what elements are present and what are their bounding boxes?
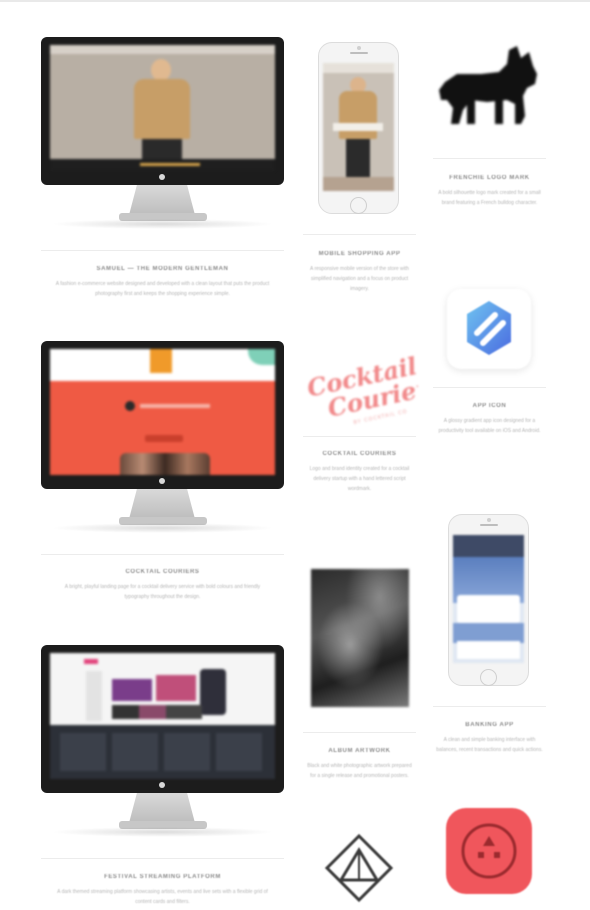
- dog-silhouette-icon[interactable]: [437, 44, 541, 130]
- home-button: [480, 669, 497, 686]
- red-app-icon[interactable]: [446, 808, 532, 894]
- project-description: A fashion e-commerce website designed an…: [55, 281, 270, 297]
- phone-speaker: [350, 52, 368, 54]
- monitor-stand: [129, 185, 195, 215]
- project-description: A dark themed streaming platform showcas…: [57, 889, 268, 905]
- divider: [41, 554, 284, 555]
- divider: [303, 732, 416, 733]
- project-caption: Festival Streaming Platform A dark theme…: [52, 874, 273, 907]
- project-caption: Cocktail Couriers A bright, playful land…: [52, 569, 273, 602]
- project-title: Mobile Shopping App: [318, 251, 401, 257]
- album-artwork-image[interactable]: [311, 569, 409, 707]
- project-description: A clean and simple banking interface wit…: [436, 737, 543, 753]
- divider: [303, 436, 416, 437]
- project-description: A bold silhouette logo mark created for …: [438, 190, 541, 206]
- apple-logo-icon: [159, 478, 165, 484]
- red-app-glyph-icon: [461, 823, 517, 879]
- project-title: Album Artwork: [328, 748, 391, 754]
- project-caption: App Icon A glossy gradient app icon desi…: [436, 403, 543, 436]
- project-title: App Icon: [472, 403, 507, 409]
- home-button: [350, 197, 367, 214]
- website-screenshot-cocktail: [50, 349, 275, 475]
- triangle-logo-icon[interactable]: [323, 832, 395, 904]
- divider: [303, 234, 416, 235]
- mobile-screenshot-fashion: [323, 63, 394, 191]
- monitor-stand: [129, 489, 195, 519]
- project-title: Banking App: [465, 722, 514, 728]
- project-caption: Samuel — The Modern Gentleman A fashion …: [52, 266, 273, 299]
- project-title: Cocktail Couriers: [125, 569, 200, 575]
- hexagon-s-logo-icon[interactable]: [447, 289, 531, 369]
- project-description: Black and white photographic artwork pre…: [307, 763, 412, 779]
- phone-mockup-2[interactable]: [448, 514, 529, 686]
- divider: [433, 706, 546, 707]
- project-title: Samuel — The Modern Gentleman: [96, 266, 229, 272]
- project-caption: Frenchie Logo Mark A bold silhouette log…: [436, 175, 543, 208]
- project-title: Frenchie Logo Mark: [449, 175, 530, 181]
- project-title: Festival Streaming Platform: [104, 874, 221, 880]
- phone-speaker: [480, 524, 498, 526]
- apple-logo-icon: [159, 174, 165, 180]
- project-caption: Album Artwork Black and white photograph…: [306, 748, 413, 781]
- mobile-screenshot-banking: [453, 535, 524, 663]
- website-screenshot-streaming: [50, 653, 275, 779]
- divider: [41, 250, 284, 251]
- divider: [433, 387, 546, 388]
- phone-mockup-1[interactable]: [318, 42, 399, 214]
- website-screenshot-fashion: [50, 45, 275, 171]
- divider: [41, 858, 284, 859]
- project-description: A glossy gradient app icon designed for …: [438, 418, 541, 434]
- project-description: A responsive mobile version of the store…: [310, 266, 409, 292]
- project-title: Cocktail Couriers: [322, 451, 397, 457]
- project-caption: Banking App A clean and simple banking i…: [436, 722, 543, 755]
- project-caption: Mobile Shopping App A responsive mobile …: [306, 251, 413, 294]
- project-description: A bright, playful landing page for a coc…: [64, 584, 261, 600]
- top-divider: [0, 0, 590, 2]
- hexagon-icon: [467, 301, 511, 355]
- apple-logo-icon: [159, 782, 165, 788]
- monitor-stand: [129, 793, 195, 823]
- cocktail-couriers-logo[interactable]: Cocktail Couriers BY COCKTAIL CO: [303, 350, 418, 430]
- project-caption: Cocktail Couriers Logo and brand identit…: [306, 451, 413, 494]
- divider: [433, 158, 546, 159]
- project-description: Logo and brand identity created for a co…: [309, 466, 410, 492]
